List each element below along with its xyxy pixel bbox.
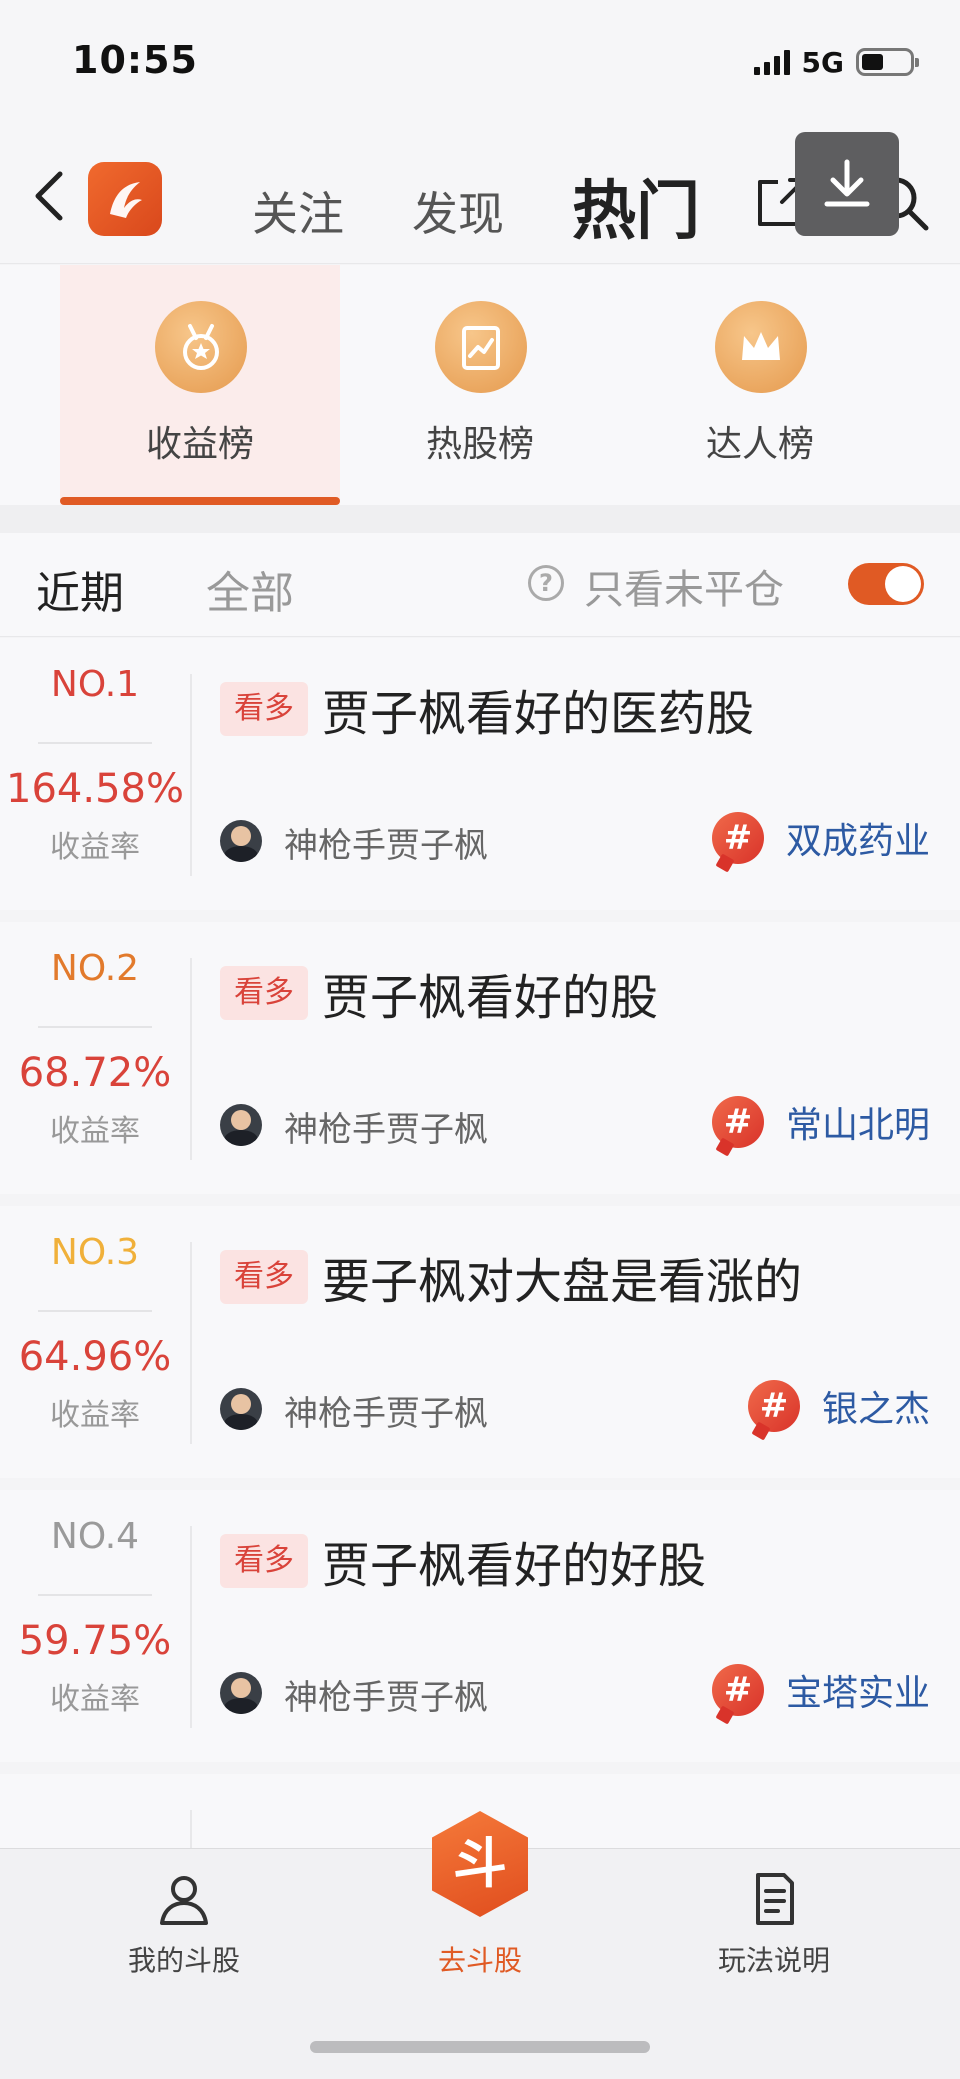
tab-label: 我的斗股 xyxy=(127,1944,240,1977)
tab-hot[interactable]: 热门 xyxy=(572,160,700,252)
bullish-tag: 看多 xyxy=(220,1534,308,1588)
rank-divider xyxy=(38,1594,152,1596)
battery-icon xyxy=(856,48,919,76)
category-label: 收益榜 xyxy=(145,424,254,465)
stock-link[interactable]: # 双成药业 xyxy=(711,812,930,864)
filter-recent-tab[interactable]: 近期 xyxy=(36,557,124,621)
rank-number: NO.2 xyxy=(50,948,140,989)
avatar[interactable] xyxy=(220,1388,262,1430)
bullish-tag: 看多 xyxy=(220,1250,308,1304)
rank-number: NO.3 xyxy=(50,1232,140,1273)
status-time: 10:55 xyxy=(72,38,198,82)
hashtag-icon: # xyxy=(747,1380,800,1432)
stock-link[interactable]: # 常山北明 xyxy=(711,1096,930,1148)
category-label: 热股榜 xyxy=(425,424,534,465)
only-open-toggle[interactable] xyxy=(848,563,924,605)
username[interactable]: 神枪手贾子枫 xyxy=(284,1102,488,1151)
trend-chart-icon xyxy=(435,301,527,393)
rank-card[interactable]: NO.1 164.58% 收益率 看多 贾子枫看好的医药股 神枪手贾子枫 # 双… xyxy=(0,638,960,910)
rank-divider xyxy=(38,1026,152,1028)
filter-bar: 近期 全部 ? 只看未平仓 xyxy=(0,533,960,637)
card-divider xyxy=(190,1526,192,1728)
category-tabs: 收益榜 热股榜 达人榜 xyxy=(0,265,960,505)
rank-card[interactable]: NO.3 64.96% 收益率 看多 要子枫对大盘是看涨的 神枪手贾子枫 # 银… xyxy=(0,1206,960,1478)
app-logo-icon[interactable] xyxy=(88,162,162,236)
post-title[interactable]: 要子枫对大盘是看涨的 xyxy=(322,1242,802,1312)
hashtag-icon: # xyxy=(711,812,764,864)
post-title[interactable]: 贾子枫看好的好股 xyxy=(322,1526,706,1596)
help-icon[interactable]: ? xyxy=(528,565,564,601)
tab-how-to-play[interactable]: 玩法说明 xyxy=(674,1869,874,1979)
medal-icon xyxy=(155,301,247,393)
crown-icon xyxy=(715,301,807,393)
category-hot-stock-rank[interactable]: 热股榜 xyxy=(340,265,620,505)
post-title[interactable]: 贾子枫看好的股 xyxy=(322,958,658,1028)
rank-number: NO.4 xyxy=(50,1516,140,1557)
category-expert-rank[interactable]: 达人榜 xyxy=(620,265,900,505)
profit-rate: 164.58% xyxy=(6,766,184,812)
tab-label: 去斗股 xyxy=(437,1944,522,1977)
status-bar: 10:55 5G xyxy=(0,0,960,120)
rank-divider xyxy=(38,742,152,744)
stock-link[interactable]: # 银之杰 xyxy=(747,1380,930,1432)
stock-name: 双成药业 xyxy=(785,821,930,862)
download-button[interactable] xyxy=(795,132,899,236)
top-navigation: 关注 发现 热门 xyxy=(0,120,960,264)
username[interactable]: 神枪手贾子枫 xyxy=(284,1670,488,1719)
network-label: 5G xyxy=(801,45,844,79)
avatar[interactable] xyxy=(220,820,262,862)
section-divider xyxy=(0,505,960,533)
post-title[interactable]: 贾子枫看好的医药股 xyxy=(322,674,754,744)
hashtag-icon: # xyxy=(711,1664,764,1716)
user-icon xyxy=(160,1876,208,1925)
category-profit-rank[interactable]: 收益榜 xyxy=(60,265,340,505)
profit-rate: 64.96% xyxy=(18,1334,172,1380)
card-divider xyxy=(190,1242,192,1444)
stock-name: 常山北明 xyxy=(785,1105,930,1146)
profit-rate: 59.75% xyxy=(18,1618,172,1664)
tab-my-dougu[interactable]: 我的斗股 xyxy=(84,1869,284,1979)
tab-label: 玩法说明 xyxy=(717,1944,830,1977)
only-open-label: 只看未平仓 xyxy=(584,567,784,613)
download-icon xyxy=(824,159,870,207)
rank-card[interactable]: NO.2 68.72% 收益率 看多 贾子枫看好的股 神枪手贾子枫 # 常山北明 xyxy=(0,922,960,1194)
rank-card[interactable]: NO.4 59.75% 收益率 看多 贾子枫看好的好股 神枪手贾子枫 # 宝塔实… xyxy=(0,1490,960,1762)
filter-all-tab[interactable]: 全部 xyxy=(206,557,294,621)
card-divider xyxy=(190,674,192,876)
category-label: 达人榜 xyxy=(705,424,814,465)
tab-discover[interactable]: 发现 xyxy=(412,178,504,244)
avatar[interactable] xyxy=(220,1672,262,1714)
username[interactable]: 神枪手贾子枫 xyxy=(284,1386,488,1435)
rank-number: NO.1 xyxy=(50,664,140,705)
bullish-tag: 看多 xyxy=(220,966,308,1020)
document-icon xyxy=(756,1873,794,1925)
stock-link[interactable]: # 宝塔实业 xyxy=(711,1664,930,1716)
stock-name: 宝塔实业 xyxy=(785,1673,930,1714)
tab-follow[interactable]: 关注 xyxy=(252,178,344,244)
signal-icon xyxy=(753,49,790,75)
stock-name: 银之杰 xyxy=(821,1389,930,1430)
status-indicators: 5G xyxy=(753,44,919,80)
username[interactable]: 神枪手贾子枫 xyxy=(284,818,488,867)
tab-go-dougu[interactable]: 去斗股 xyxy=(380,1933,580,1979)
profit-rate-label: 收益率 xyxy=(50,830,140,865)
active-underline xyxy=(60,497,340,505)
home-indicator[interactable] xyxy=(310,2041,650,2053)
back-icon[interactable] xyxy=(28,164,72,228)
card-divider xyxy=(190,958,192,1160)
bottom-tab-bar: 我的斗股 斗 去斗股 玩法说明 xyxy=(0,1811,960,2079)
avatar[interactable] xyxy=(220,1104,262,1146)
rank-divider xyxy=(38,1310,152,1312)
profit-rate-label: 收益率 xyxy=(50,1682,140,1717)
profit-rate: 68.72% xyxy=(18,1050,172,1096)
profit-rate-label: 收益率 xyxy=(50,1114,140,1149)
bullish-tag: 看多 xyxy=(220,682,308,736)
profit-rate-label: 收益率 xyxy=(50,1398,140,1433)
hashtag-icon: # xyxy=(711,1096,764,1148)
